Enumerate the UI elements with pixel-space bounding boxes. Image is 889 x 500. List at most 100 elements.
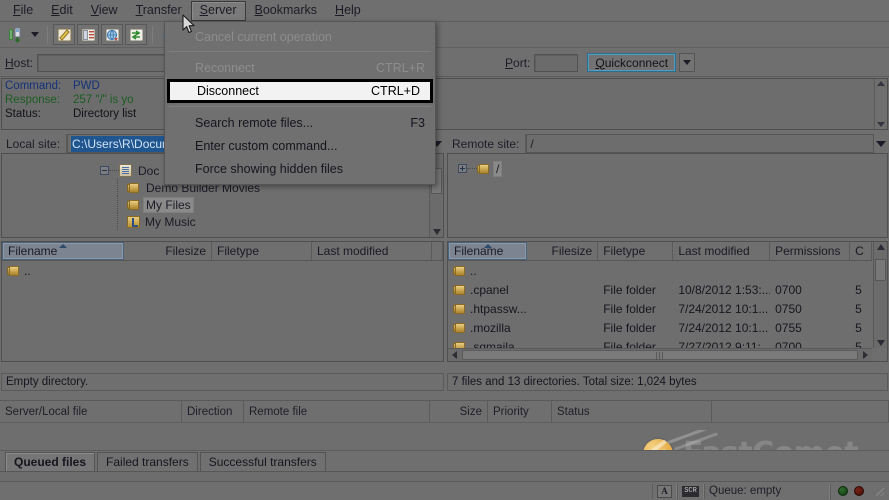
cell-filename: .sqmaila...	[448, 340, 527, 348]
site-manager-icon[interactable]	[4, 24, 26, 45]
scroll-down-icon[interactable]	[433, 229, 441, 235]
table-row[interactable]: .mozilla File folder 7/24/2012 10:1... 0…	[448, 318, 872, 337]
remote-list-vscrollbar[interactable]	[873, 242, 887, 348]
sort-ascending-icon	[59, 244, 67, 248]
scroll-up-icon[interactable]	[877, 244, 885, 250]
tree-item-my-music[interactable]: My Music	[2, 213, 429, 230]
column-header-owner[interactable]: C	[850, 242, 872, 260]
column-header-filename[interactable]: Filename	[2, 242, 124, 260]
column-header-last-modified[interactable]: Last modified	[673, 242, 771, 260]
column-label: Direction	[187, 405, 233, 418]
menu-item-label: Reconnect	[195, 60, 255, 75]
column-header-filesize[interactable]: Filesize	[124, 242, 212, 260]
menu-item-force-showing-hidden-files[interactable]: Force showing hidden files	[165, 157, 435, 180]
cell-owner: 5	[855, 282, 862, 297]
remote-site-input[interactable]: /	[526, 134, 874, 153]
local-file-list-header: Filename Filesize Filetype Last modified	[2, 242, 443, 261]
folder-icon	[453, 265, 467, 277]
column-header-filesize[interactable]: Filesize	[527, 242, 599, 260]
table-row[interactable]: ..	[2, 261, 443, 280]
column-header-priority[interactable]: Priority	[488, 401, 552, 422]
scroll-left-icon[interactable]	[448, 351, 461, 359]
table-row[interactable]: .cpanel File folder 10/8/2012 1:53:... 0…	[448, 280, 872, 299]
column-header-filetype[interactable]: Filetype	[212, 242, 312, 260]
cell-last-modified: 7/27/2012 9:11:...	[678, 339, 771, 349]
column-label: Remote file	[249, 405, 308, 418]
remote-site-label: Remote site:	[447, 134, 527, 153]
column-header-last-modified[interactable]: Last modified	[312, 242, 432, 260]
ansi-encoding-icon: A	[657, 484, 672, 498]
table-row[interactable]: .sqmaila... File folder 7/27/2012 9:11:.…	[448, 337, 872, 348]
table-row[interactable]: ..	[448, 261, 872, 280]
tree-connector	[117, 179, 118, 196]
column-header-permissions[interactable]: Permissions	[770, 242, 851, 260]
menu-file[interactable]: FFileile	[4, 1, 42, 21]
tab-panel	[0, 471, 889, 481]
encoding-indicator[interactable]: A	[652, 483, 677, 499]
tab-successful-transfers[interactable]: Successful transfers	[199, 452, 326, 471]
toggle-transfer-queue-icon[interactable]	[125, 24, 147, 45]
remote-site-dropdown[interactable]	[874, 134, 888, 153]
collapse-icon[interactable]	[100, 166, 109, 175]
column-header-direction[interactable]: Direction	[182, 401, 244, 422]
scrollbar-thumb[interactable]: |||	[462, 350, 858, 360]
server-dropdown-menu[interactable]: Cancel current operation Reconnect CTRL+…	[164, 21, 436, 185]
menu-separator	[169, 51, 431, 52]
menu-edit[interactable]: Edit	[42, 1, 82, 21]
log-row: Command: PWD	[2, 79, 887, 93]
cell-permissions: 0750	[775, 301, 802, 316]
log-row: Response: 257 "/" is yo	[2, 93, 887, 107]
column-header-filetype[interactable]: Filetype	[598, 242, 674, 260]
column-header-remote-file[interactable]: Remote file	[244, 401, 430, 422]
local-file-list[interactable]: Filename Filesize Filetype Last modified…	[1, 241, 444, 362]
tab-queued-files[interactable]: Queued files	[5, 452, 96, 471]
toggle-remote-tree-icon[interactable]	[101, 24, 123, 45]
port-input[interactable]	[534, 53, 579, 72]
column-header-filename[interactable]: Filename	[448, 242, 528, 260]
host-label: Host:	[5, 55, 34, 70]
table-row[interactable]: .htpassw... File folder 7/24/2012 10:1..…	[448, 299, 872, 318]
menu-bookmarks[interactable]: Bookmarks	[246, 1, 327, 21]
log-scrollbar[interactable]	[874, 79, 887, 129]
cell-filename: ..	[2, 264, 124, 278]
menu-item-search-remote-files[interactable]: Search remote files... F3	[165, 111, 435, 134]
tab-failed-transfers[interactable]: Failed transfers	[97, 452, 198, 471]
quickconnect-history-dropdown[interactable]	[679, 53, 696, 72]
menu-help[interactable]: Help	[326, 1, 370, 21]
folder-icon	[453, 284, 467, 296]
tree-item-root[interactable]: /	[448, 160, 887, 177]
host-input[interactable]	[37, 53, 174, 72]
tree-item-my-files[interactable]: My Files	[2, 196, 429, 213]
menu-transfer[interactable]: Transfer	[127, 1, 191, 21]
menu-view[interactable]: View	[82, 1, 127, 21]
expand-icon[interactable]	[458, 164, 467, 173]
column-label: Filename	[8, 244, 58, 258]
menu-item-enter-custom-command[interactable]: Enter custom command...	[165, 134, 435, 157]
folder-icon	[477, 163, 491, 175]
toggle-message-log-icon[interactable]	[53, 24, 75, 45]
resize-grip-icon[interactable]	[873, 485, 885, 497]
scroll-down-icon[interactable]	[877, 340, 885, 346]
scroll-up-icon[interactable]	[877, 81, 885, 86]
toolbar-separator-1	[47, 25, 48, 44]
transfer-queue-body[interactable]	[0, 422, 889, 450]
column-header-status[interactable]: Status	[552, 401, 712, 422]
column-header-server-local-file[interactable]: Server/Local file	[0, 401, 182, 422]
cell-filename: .mozilla	[448, 321, 527, 335]
quickconnect-button[interactable]: Quickconnect	[587, 53, 677, 72]
remote-list-hscrollbar[interactable]: |||	[448, 348, 872, 361]
scroll-right-icon[interactable]	[859, 351, 872, 359]
column-label: Filename	[454, 244, 504, 258]
security-indicator[interactable]: SCR	[677, 483, 704, 499]
remote-file-list[interactable]: Filename Filesize Filetype Last modified…	[447, 241, 888, 362]
menu-server[interactable]: Server	[190, 0, 246, 21]
scrollbar-thumb[interactable]	[875, 259, 886, 281]
remote-file-list-header: Filename Filesize Filetype Last modified…	[448, 242, 872, 261]
column-label: Last modified	[317, 244, 389, 258]
scroll-down-icon[interactable]	[877, 122, 885, 127]
remote-directory-tree[interactable]: /	[447, 153, 888, 238]
toggle-local-tree-icon[interactable]	[77, 24, 99, 45]
site-manager-dropdown-icon[interactable]	[31, 32, 39, 37]
column-header-size[interactable]: Size	[430, 401, 488, 422]
menu-item-disconnect[interactable]: Disconnect CTRL+D	[167, 79, 433, 103]
